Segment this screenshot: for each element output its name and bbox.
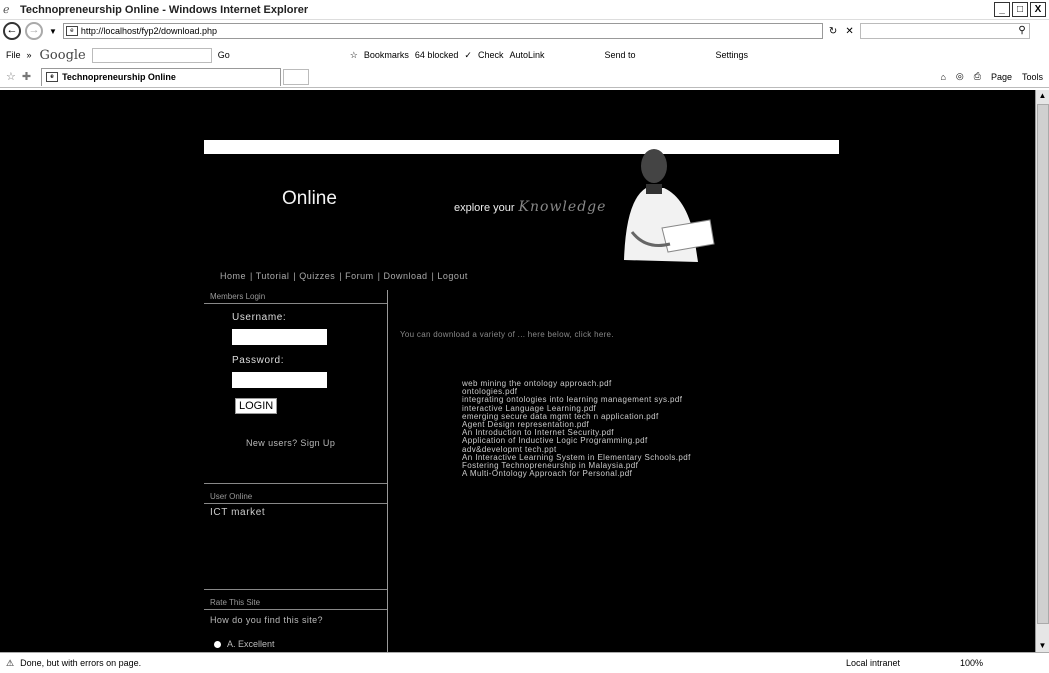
menu-chevron-icon[interactable]: » xyxy=(27,50,32,60)
google-search-input[interactable] xyxy=(91,47,212,63)
history-dropdown-icon[interactable]: ▼ xyxy=(49,27,57,36)
tools-menu[interactable]: Tools xyxy=(1022,72,1043,82)
status-text: Done, but with errors on page. xyxy=(20,658,142,668)
login-button[interactable]: LOGIN xyxy=(235,398,278,414)
white-band xyxy=(204,140,839,154)
forward-button[interactable]: → xyxy=(25,22,43,40)
scroll-down-icon[interactable]: ▼ xyxy=(1036,640,1049,652)
download-intro: You can download a variety of ... here b… xyxy=(400,330,614,339)
slogan-knowledge: Knowledge xyxy=(518,199,607,215)
security-zone: Local intranet xyxy=(846,658,901,668)
home-icon[interactable]: ⌂ xyxy=(940,72,945,82)
close-button[interactable]: X xyxy=(1030,2,1046,17)
scroll-up-icon[interactable]: ▲ xyxy=(1036,90,1049,102)
warning-icon[interactable]: ⚠ xyxy=(6,658,14,669)
left-sidebar: Members Login Username: Password: LOGIN … xyxy=(204,290,388,652)
nav-tutorial[interactable]: Tutorial xyxy=(256,271,290,281)
maximize-button[interactable]: □ xyxy=(1012,2,1028,17)
add-favorites-icon[interactable]: ✚ xyxy=(22,70,31,83)
search-icon[interactable]: ⚲ xyxy=(1018,25,1025,36)
tab-technopreneurship[interactable]: e Technopreneurship Online xyxy=(41,67,282,86)
title-bar: ℯ Technopreneurship Online - Windows Int… xyxy=(0,0,1049,20)
tab-label: Technopreneurship Online xyxy=(62,72,176,82)
ie-icon: ℯ xyxy=(3,3,10,16)
nav-quizzes[interactable]: Quizzes xyxy=(299,271,335,281)
user-online-heading: User Online xyxy=(204,490,387,504)
poll-option-label: A. Excellent xyxy=(227,639,275,649)
search-input[interactable]: ⚲ xyxy=(859,23,1030,39)
page-icon: e xyxy=(46,72,59,82)
top-band xyxy=(204,90,839,140)
username-field[interactable] xyxy=(232,329,327,345)
site-nav: Home | Tutorial | Quizzes | Forum | Download… xyxy=(220,271,468,281)
minimize-button[interactable]: _ xyxy=(994,2,1010,17)
nav-download[interactable]: Download xyxy=(383,271,427,281)
url-text[interactable]: http://localhost/fyp2/download.php xyxy=(81,26,217,36)
page-icon: e xyxy=(65,26,78,36)
sendto-button[interactable]: Send to xyxy=(605,50,636,60)
username-label: Username: xyxy=(232,312,287,323)
main-content: You can download a variety of ... here b… xyxy=(388,290,839,652)
poll-radio[interactable] xyxy=(214,640,221,648)
autolink-button[interactable]: AutoLink xyxy=(509,50,544,60)
slogan-text: explore your xyxy=(454,202,515,214)
favorites-star-icon[interactable]: ☆ xyxy=(6,70,16,83)
members-login-heading: Members Login xyxy=(204,290,387,304)
file-menu[interactable]: File xyxy=(6,50,21,60)
site-slogan: explore your Knowledge xyxy=(454,199,606,215)
address-tools: ↻ ✕ xyxy=(829,26,854,37)
nav-forum[interactable]: Forum xyxy=(345,271,374,281)
url-field[interactable]: e http://localhost/fyp2/download.php xyxy=(62,23,823,39)
print-icon[interactable]: ⎙ xyxy=(974,71,981,82)
page-menu[interactable]: Page xyxy=(991,72,1012,82)
site-container: Online explore your Knowledge Home | Tutor… xyxy=(204,90,839,652)
poll-option[interactable]: A. Excellent xyxy=(204,625,387,649)
password-label: Password: xyxy=(232,355,285,366)
spellcheck-button[interactable]: Check xyxy=(478,50,504,60)
site-logo: Online xyxy=(282,188,337,209)
zoom-level[interactable]: 100% xyxy=(960,658,983,668)
command-bar: ⌂ ◎ ⎙ Page Tools xyxy=(940,71,1043,82)
stop-icon[interactable]: ✕ xyxy=(845,26,853,37)
nav-logout[interactable]: Logout xyxy=(437,271,468,281)
bookmarks-button[interactable]: Bookmarks xyxy=(364,50,409,60)
google-go-button[interactable]: Go xyxy=(218,50,230,60)
back-button[interactable]: ← xyxy=(3,22,21,40)
new-tab-button[interactable] xyxy=(283,68,310,85)
password-field[interactable] xyxy=(232,372,327,388)
window-title: Technopreneurship Online - Windows Inter… xyxy=(20,3,309,16)
check-icon[interactable]: ✓ xyxy=(464,50,472,61)
ict-market-panel: ICT market xyxy=(204,504,387,590)
settings-button[interactable]: Settings xyxy=(716,50,749,60)
google-logo: Google xyxy=(39,47,86,63)
login-form: Username: Password: LOGIN New users? Sig… xyxy=(204,304,387,484)
file-link[interactable]: A Multi-Ontology Approach for Personal.p… xyxy=(462,470,691,478)
star-icon[interactable]: ☆ xyxy=(350,50,358,61)
refresh-icon[interactable]: ↻ xyxy=(829,26,837,37)
tab-bar: ☆ ✚ e Technopreneurship Online ⌂ ◎ ⎙ Pag… xyxy=(0,66,1049,88)
address-bar: ← → ▼ e http://localhost/fyp2/download.p… xyxy=(0,20,1049,42)
person-reading-image xyxy=(624,149,715,262)
popup-blocked-button[interactable]: 64 blocked xyxy=(415,50,459,60)
poll-question: How do you find this site? xyxy=(210,615,323,625)
rate-site-heading: Rate This Site xyxy=(204,596,387,610)
browser-toolbar: File » Google Go ☆ Bookmarks 64 blocked … xyxy=(0,44,1049,66)
page-viewport: Online explore your Knowledge Home | Tutor… xyxy=(0,90,1035,652)
ict-market-label: ICT market xyxy=(210,507,266,518)
site-banner: Online explore your Knowledge Home | Tutor… xyxy=(204,149,839,290)
scroll-thumb[interactable] xyxy=(1037,104,1049,624)
nav-home[interactable]: Home xyxy=(220,271,246,281)
feeds-icon[interactable]: ◎ xyxy=(956,71,964,82)
file-list: web mining the ontology approach.pdf ont… xyxy=(462,379,691,478)
vertical-scrollbar[interactable]: ▲ ▼ xyxy=(1035,90,1049,652)
window-controls: _ □ X xyxy=(994,2,1046,17)
status-bar: ⚠ Done, but with errors on page. Local i… xyxy=(0,652,1049,673)
signup-link[interactable]: New users? Sign Up xyxy=(246,438,387,448)
